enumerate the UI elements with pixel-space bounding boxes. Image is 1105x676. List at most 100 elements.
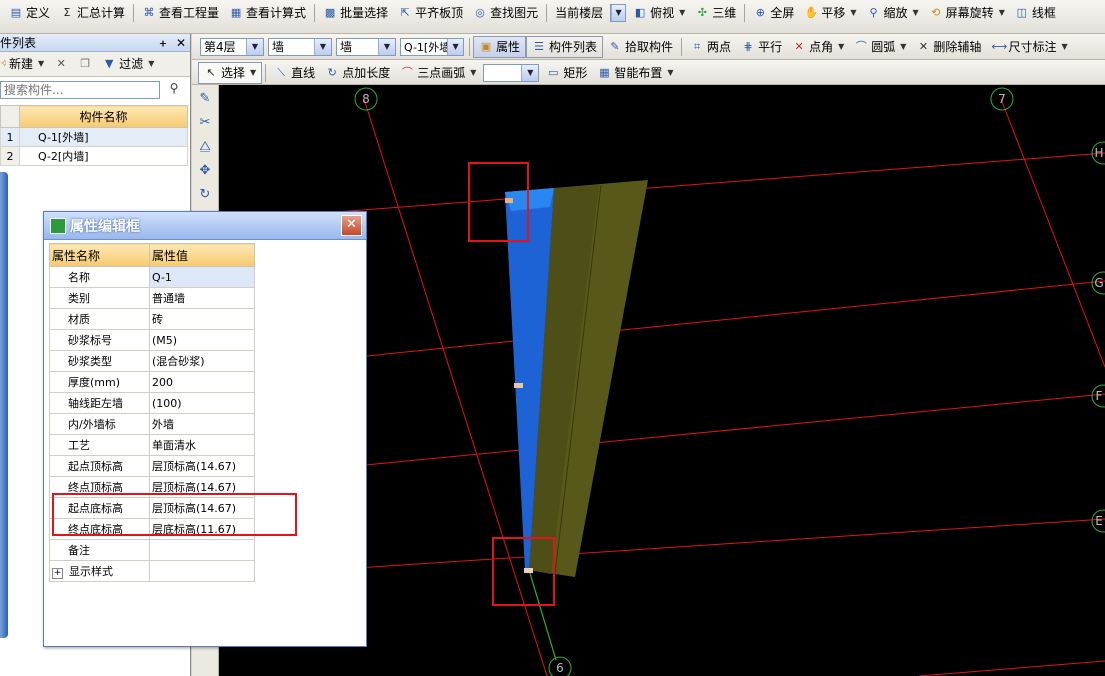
floor-select[interactable]: 第4层 ▼ [200, 37, 264, 56]
view-formula-button[interactable]: ▦ 查看计算式 [224, 3, 311, 23]
property-value-header: 属性值 [149, 243, 255, 267]
property-value[interactable]: 层顶标高(14.67) [149, 455, 255, 477]
current-floor-label: 当前楼层 [555, 5, 604, 20]
mirror-icon[interactable]: ⧋ [195, 137, 215, 157]
property-key: 砂浆标号 [49, 329, 150, 351]
delete-aux-axis-button[interactable]: ✕ 删除辅轴 [911, 37, 986, 57]
floor-dropdown[interactable]: ▼ [610, 3, 627, 22]
define-button[interactable]: ▤ 定义 [4, 3, 55, 23]
property-row[interactable]: 内/外墙标 外墙 [49, 413, 255, 435]
close-icon[interactable]: ✕ [176, 36, 186, 50]
property-value[interactable]: (100) [149, 392, 255, 414]
component-search-input[interactable] [0, 81, 160, 99]
element-toolbar-row: 第4层▼ 墙▼ 墙▼ Q-1[外墙]▼ ▣属性 ☰构件列表 ✎拾取构件 ⌗两点 … [198, 35, 1073, 58]
table-row[interactable]: 1 Q-1[外墙] [0, 127, 188, 147]
cube-icon: ◧ [634, 5, 646, 19]
axis-label-6: 6 [548, 656, 572, 676]
brush-icon[interactable]: ✎ [195, 89, 215, 109]
expand-icon[interactable]: + [52, 568, 63, 579]
svg-text:6: 6 [556, 661, 564, 675]
property-value[interactable] [149, 560, 255, 582]
scissors-icon[interactable]: ✂ [195, 113, 215, 133]
dialog-close-button[interactable]: ✕ [341, 215, 362, 236]
property-value[interactable]: 普通墙 [149, 287, 255, 309]
property-row[interactable]: 起点顶标高 层顶标高(14.67) [49, 455, 255, 477]
chevron-down-icon: ▼ [314, 38, 331, 55]
copy-component-button[interactable]: ❐ [73, 54, 97, 74]
property-row[interactable]: 厚度(mm) 200 [49, 371, 255, 393]
grid-line-d [918, 660, 1105, 676]
table-row[interactable]: 2 Q-2[内墙] [0, 146, 188, 166]
property-row[interactable]: 工艺 单面清水 [49, 434, 255, 456]
property-key: + 显示样式 [49, 560, 150, 582]
point-length-button[interactable]: ↻ 点加长度 [320, 63, 395, 83]
summary-calc-button[interactable]: Σ 汇总计算 [55, 3, 130, 23]
pick-component-button[interactable]: ✎ 拾取构件 [603, 37, 678, 57]
arc-icon: ⌒ [855, 39, 867, 53]
new-component-button[interactable]: ✧ 新建 ▼ [0, 54, 49, 74]
delete-component-button[interactable]: ✕ [49, 54, 73, 74]
filter-button[interactable]: ▼ 过滤 ▼ [97, 54, 159, 74]
fullscreen-button[interactable]: ⊕ 全屏 [748, 3, 799, 23]
property-row[interactable]: 砂浆类型 (混合砂浆) [49, 350, 255, 372]
screen-rotate-button[interactable]: ⟲ 屏幕旋转 ▼ [924, 3, 1010, 23]
property-button[interactable]: ▣ 属性 [473, 35, 527, 58]
category-select[interactable]: 墙 ▼ [268, 37, 332, 56]
axis-label-e: E [1091, 509, 1105, 533]
property-value[interactable]: 外墙 [149, 413, 255, 435]
svg-text:F: F [1096, 389, 1103, 403]
separator [469, 37, 470, 56]
parallel-button[interactable]: ⋕ 平行 [736, 37, 787, 57]
top-view-button[interactable]: ◧ 俯视 ▼ [628, 3, 690, 23]
component-list-toolbar: ✧ 新建 ▼ ✕ ❐ ▼ 过滤 ▼ [0, 52, 190, 77]
property-value[interactable]: 砖 [149, 308, 255, 330]
line-button[interactable]: ⟍ 直线 [269, 63, 320, 83]
separator [546, 3, 548, 22]
property-row[interactable]: 砂浆标号 (M5) [49, 329, 255, 351]
property-value[interactable]: 200 [149, 371, 255, 393]
three-point-arc-button[interactable]: ⌒ 三点画弧 ▼ [395, 63, 481, 83]
3d-view-button[interactable]: ✣ 三维 [690, 3, 741, 23]
property-row[interactable]: 类别 普通墙 [49, 287, 255, 309]
property-value[interactable]: (M5) [149, 329, 255, 351]
component-list-button[interactable]: ☰ 构件列表 [526, 35, 604, 58]
property-value[interactable] [149, 539, 255, 561]
view-quantity-button[interactable]: ⌘ 查看工程量 [137, 3, 224, 23]
wireframe-button[interactable]: ◫ 线框 [1010, 3, 1061, 23]
search-icon[interactable]: ⚲ [163, 81, 185, 99]
component-table: 构件名称 1 Q-1[外墙] 2 Q-2[内墙] [0, 105, 188, 166]
smart-layout-button[interactable]: ▦ 智能布置 ▼ [592, 63, 678, 83]
rotate-icon[interactable]: ↻ [195, 185, 215, 205]
pin-icon[interactable]: ᚐ [160, 36, 166, 50]
property-row[interactable]: 备注 [49, 539, 255, 561]
arc-button[interactable]: ⌒ 圆弧 ▼ [849, 37, 911, 57]
separator [314, 3, 316, 22]
zoom-button[interactable]: ⚲ 缩放 ▼ [862, 3, 924, 23]
property-row[interactable]: 名称 Q-1 [49, 266, 255, 288]
list-icon: ☰ [534, 39, 544, 53]
type-select[interactable]: 墙 ▼ [336, 37, 396, 56]
property-value[interactable]: Q-1 [149, 266, 255, 288]
property-row[interactable]: 材质砖 [49, 308, 255, 330]
dialog-title-bar[interactable]: 属性编辑框 ✕ [44, 212, 366, 240]
property-value[interactable]: 单面清水 [149, 434, 255, 456]
move-icon[interactable]: ✥ [195, 161, 215, 181]
rectangle-button[interactable]: ▭ 矩形 [541, 63, 592, 83]
svg-text:H: H [1094, 146, 1103, 160]
two-point-button[interactable]: ⌗ 两点 [685, 37, 736, 57]
find-element-button[interactable]: ◎ 查找图元 [468, 3, 543, 23]
point-angle-button[interactable]: ✕ 点角 ▼ [787, 37, 849, 57]
property-value[interactable]: (混合砂浆) [149, 350, 255, 372]
select-button[interactable]: ↖ 选择 ▼ [198, 61, 263, 84]
batch-select-button[interactable]: ▩ 批量选择 [318, 3, 393, 23]
dialog-title: 属性编辑框 [50, 216, 140, 236]
property-icon [50, 217, 66, 234]
separator [744, 3, 746, 22]
dimension-button[interactable]: ⟷ 尺寸标注 ▼ [986, 37, 1072, 57]
property-row[interactable]: 轴线距左墙 (100) [49, 392, 255, 414]
property-row[interactable]: + 显示样式 [49, 560, 255, 582]
align-slab-top-button[interactable]: ⇱ 平齐板顶 [393, 3, 468, 23]
arc-option-select[interactable]: ▼ [483, 63, 540, 82]
pan-button[interactable]: ✋ 平移 ▼ [799, 3, 861, 23]
element-select[interactable]: Q-1[外墙]▼ [400, 37, 464, 56]
